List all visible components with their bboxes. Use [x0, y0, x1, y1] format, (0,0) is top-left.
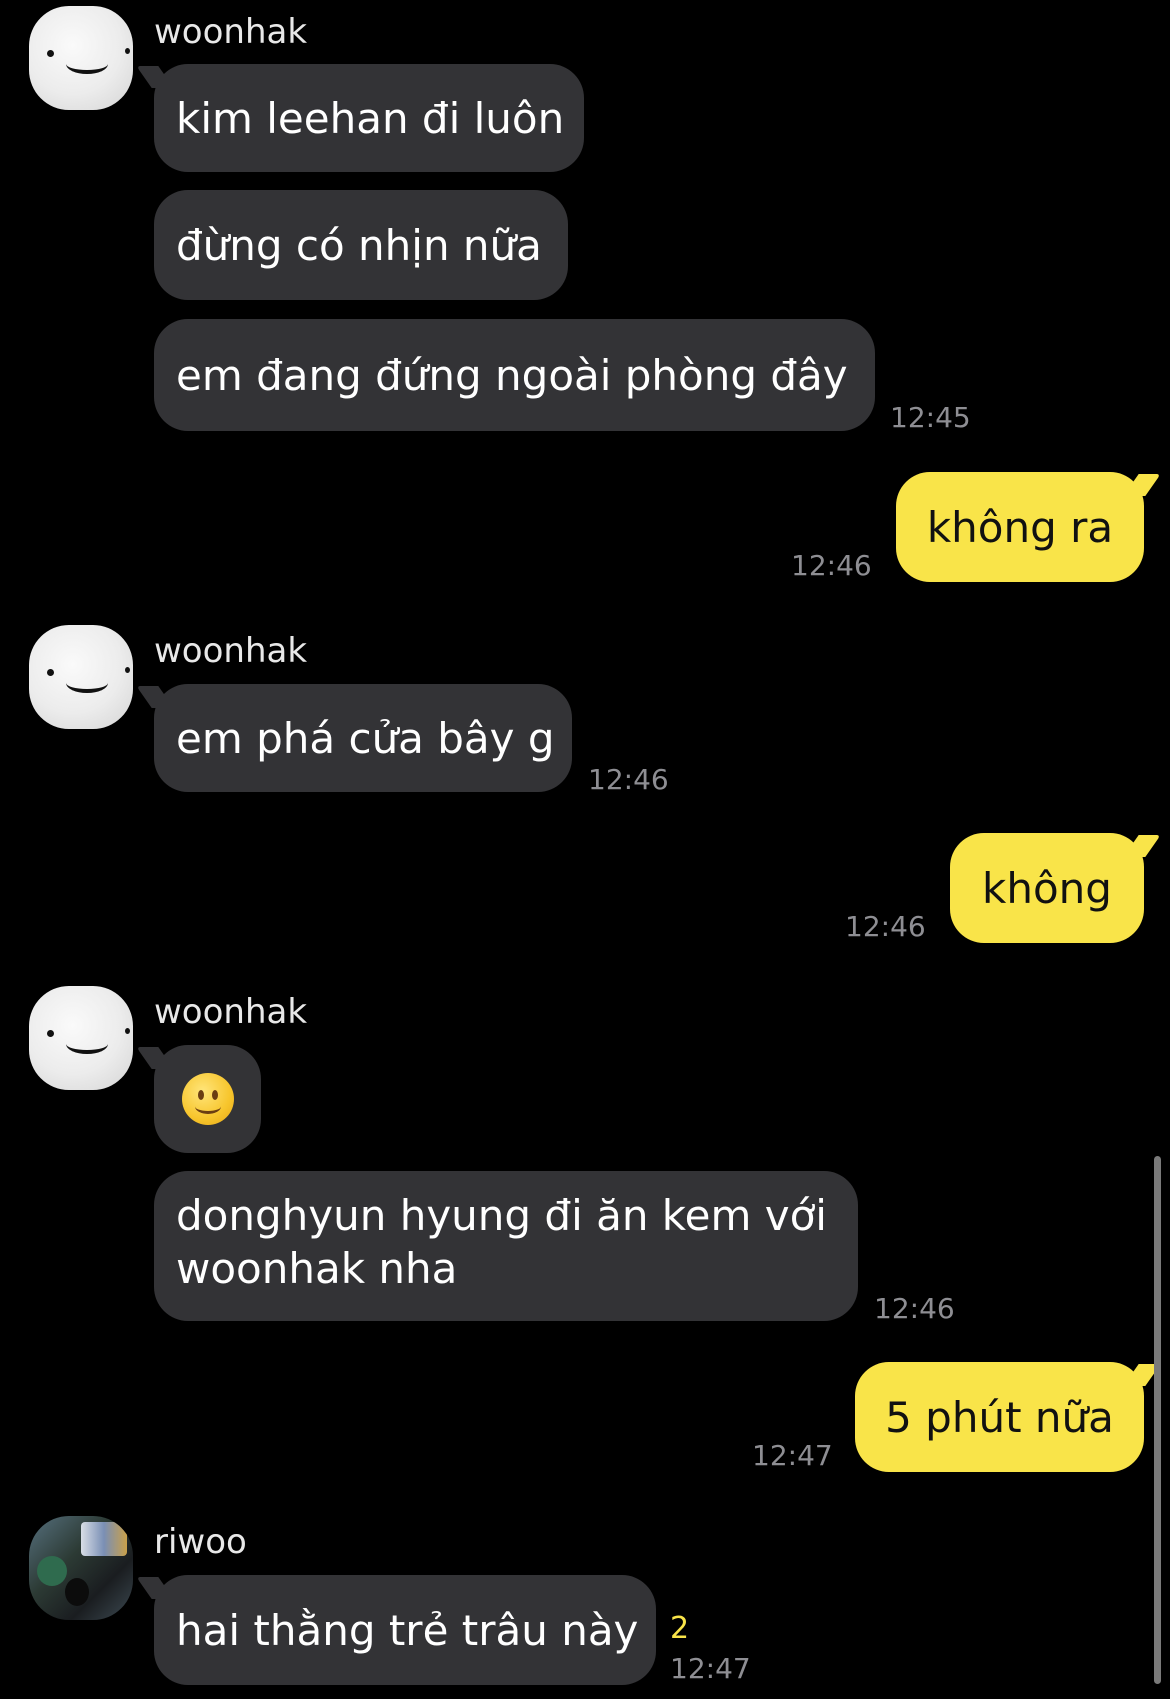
message-bubble-incoming[interactable]: em phá cửa bây g: [154, 684, 572, 792]
message-text: em phá cửa bây g: [176, 713, 555, 763]
message-timestamp: 12:45: [890, 401, 971, 434]
message-text: không: [982, 863, 1112, 913]
sender-name: woonhak: [154, 992, 308, 1032]
message-timestamp: 12:47: [670, 1652, 751, 1685]
avatar-eye: [47, 50, 54, 57]
message-bubble-incoming[interactable]: em đang đứng ngoài phòng đây: [154, 319, 875, 431]
scrollbar[interactable]: [1154, 1156, 1161, 1684]
message-text: donghyun hyung đi ăn kem với woonhak nha: [176, 1191, 827, 1293]
message-text: 5 phút nữa: [885, 1392, 1114, 1442]
message-timestamp: 12:47: [752, 1439, 833, 1472]
avatar-mouth: [66, 673, 108, 693]
sender-name: woonhak: [154, 631, 308, 671]
message-text: đừng có nhịn nữa: [176, 220, 542, 270]
avatar-woonhak[interactable]: [29, 625, 133, 729]
sender-name: woonhak: [154, 12, 308, 52]
message-timestamp: 12:46: [874, 1292, 955, 1325]
avatar-eye: [125, 1028, 130, 1034]
avatar-riwoo[interactable]: [29, 1516, 133, 1620]
message-bubble-incoming[interactable]: đừng có nhịn nữa: [154, 190, 568, 300]
avatar-eye: [47, 1030, 54, 1037]
message-text: em đang đứng ngoài phòng đây: [176, 350, 848, 400]
slightly-smiling-face-icon: [181, 1073, 234, 1125]
avatar-eye: [47, 669, 54, 676]
message-bubble-incoming[interactable]: hai thằng trẻ trâu này: [154, 1575, 656, 1685]
avatar-woonhak[interactable]: [29, 6, 133, 110]
avatar-eye: [125, 667, 130, 673]
unread-count: 2: [670, 1611, 690, 1646]
message-bubble-incoming[interactable]: [154, 1045, 261, 1153]
message-bubble-outgoing[interactable]: 5 phút nữa: [855, 1362, 1144, 1472]
message-timestamp: 12:46: [588, 763, 669, 796]
avatar-mouth: [66, 1034, 108, 1054]
message-bubble-outgoing[interactable]: không ra: [896, 472, 1144, 582]
message-text: không ra: [926, 502, 1114, 552]
message-timestamp: 12:46: [791, 549, 872, 582]
message-bubble-outgoing[interactable]: không: [950, 833, 1144, 943]
message-text: kim leehan đi luôn: [176, 93, 565, 143]
sender-name: riwoo: [154, 1522, 247, 1562]
message-bubble-incoming[interactable]: kim leehan đi luôn: [154, 64, 584, 172]
message-text: hai thằng trẻ trâu này: [176, 1605, 639, 1655]
avatar-eye: [125, 48, 130, 54]
message-bubble-incoming[interactable]: donghyun hyung đi ăn kem với woonhak nha: [154, 1171, 858, 1321]
message-timestamp: 12:46: [845, 910, 926, 943]
avatar-woonhak[interactable]: [29, 986, 133, 1090]
avatar-mouth: [66, 54, 108, 74]
